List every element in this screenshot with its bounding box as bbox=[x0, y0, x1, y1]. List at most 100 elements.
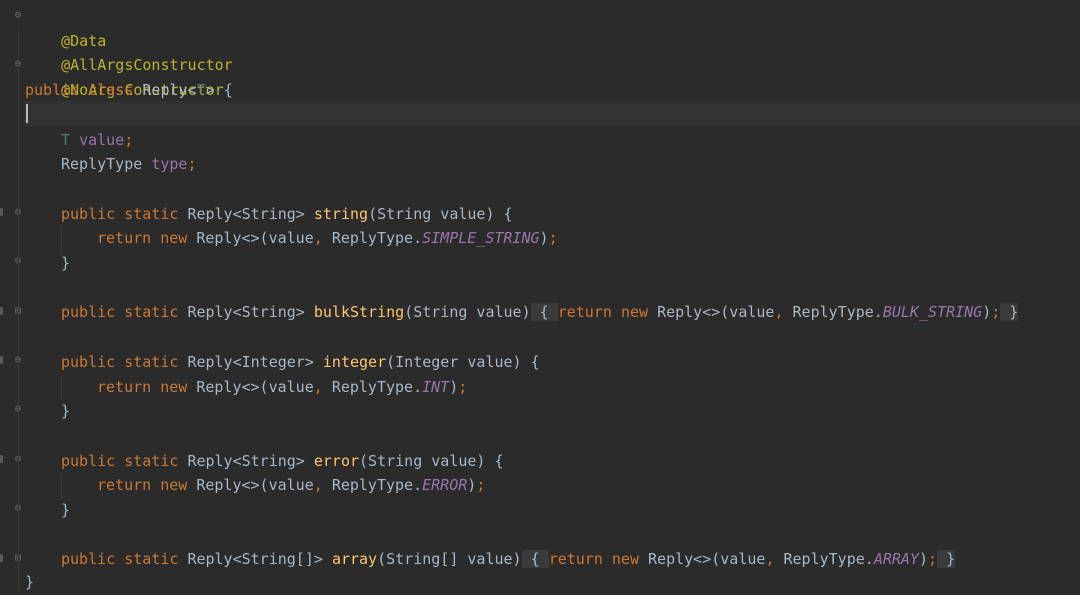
code-line[interactable]: } bbox=[61, 498, 70, 523]
method-signature[interactable]: public static Reply<String> string(Strin… bbox=[61, 202, 513, 227]
semicolon: ; bbox=[124, 130, 134, 149]
keyword: static bbox=[124, 550, 179, 569]
constructor-call: Reply<>(value bbox=[648, 550, 766, 569]
enum-constant: BULK_STRING bbox=[882, 303, 983, 322]
enum-type: ReplyType. bbox=[331, 229, 423, 248]
code-line[interactable]: return new Reply<>(value, ReplyType.ERRO… bbox=[97, 473, 485, 498]
gutter-marker bbox=[0, 455, 3, 463]
return-type: Reply<Integer> bbox=[187, 352, 314, 371]
constructor-call: Reply<>(value bbox=[196, 476, 314, 495]
params: (String value) bbox=[359, 451, 486, 470]
return-type: Reply<String> bbox=[187, 451, 305, 470]
code-line[interactable]: return new Reply<>(value, ReplyType.INT)… bbox=[97, 375, 467, 400]
code-line[interactable]: @Data bbox=[25, 4, 106, 50]
keyword: static bbox=[124, 303, 179, 322]
method-name: bulkString bbox=[313, 303, 405, 322]
class-name: Reply bbox=[142, 81, 188, 100]
return-type: Reply<String> bbox=[187, 303, 305, 322]
field-name: type bbox=[151, 155, 188, 174]
code-line[interactable]: @NoArgsConstructor bbox=[25, 53, 224, 99]
constructor-call: Reply<>(value bbox=[196, 377, 314, 396]
brace: { bbox=[530, 352, 540, 371]
brace: { bbox=[494, 451, 504, 470]
keyword: public bbox=[61, 204, 116, 223]
keyword: return bbox=[97, 229, 152, 248]
method-name: array bbox=[331, 550, 378, 569]
brace: { bbox=[503, 204, 513, 223]
enum-constant: INT bbox=[422, 377, 450, 396]
constructor-call: Reply<>(value bbox=[196, 229, 314, 248]
keyword: new bbox=[620, 303, 649, 322]
indent-guide bbox=[61, 475, 62, 499]
return-type: Reply<String[]> bbox=[187, 550, 323, 569]
code-line[interactable]: T value; bbox=[61, 128, 133, 153]
gutter-marker bbox=[0, 307, 3, 315]
type-parameter: T bbox=[196, 81, 206, 100]
enum-constant: SIMPLE_STRING bbox=[422, 229, 540, 248]
fold-guide bbox=[18, 30, 19, 590]
enum-type: ReplyType. bbox=[792, 303, 883, 322]
keyword: static bbox=[124, 352, 179, 371]
method-name: error bbox=[313, 451, 360, 470]
code-line[interactable]: ReplyType type; bbox=[61, 152, 196, 177]
keyword: new bbox=[160, 377, 188, 396]
code-editor[interactable]: ⊖ ⊖ ⊖ ⊖ ⊞ ⊖ ⊖ ⊖ ⊖ ⊞ @Data @AllArgsConstr… bbox=[0, 0, 1080, 595]
editor-gutter: ⊖ ⊖ ⊖ ⊖ ⊞ ⊖ ⊖ ⊖ ⊖ ⊞ bbox=[0, 0, 24, 595]
params: (Integer value) bbox=[386, 352, 522, 371]
angle-close: > bbox=[205, 81, 215, 100]
type-parameter: T bbox=[61, 130, 71, 149]
keyword: return bbox=[97, 377, 152, 396]
brace: } bbox=[946, 550, 956, 569]
method-signature[interactable]: public static Reply<String> bulkString(S… bbox=[61, 300, 1019, 325]
method-name: string bbox=[313, 204, 369, 223]
brace: } bbox=[61, 501, 71, 519]
fold-open-icon[interactable]: ⊖ bbox=[13, 9, 23, 21]
keyword: static bbox=[124, 204, 179, 223]
brace: } bbox=[25, 573, 35, 591]
params: (String value) bbox=[368, 204, 495, 223]
brace: } bbox=[1009, 303, 1019, 322]
indent-guide bbox=[61, 376, 62, 400]
comma: , bbox=[765, 550, 775, 569]
constructor-call: Reply<>(value bbox=[657, 303, 775, 322]
brace: { bbox=[223, 81, 233, 100]
brace: { bbox=[539, 303, 549, 322]
method-signature[interactable]: public static Reply<String[]> array(Stri… bbox=[61, 547, 956, 572]
gutter-marker bbox=[0, 356, 3, 364]
keyword: static bbox=[124, 451, 179, 470]
method-signature[interactable]: public static Reply<Integer> integer(Int… bbox=[61, 350, 540, 375]
enum-type: ReplyType. bbox=[331, 377, 423, 396]
enum-constant: ERROR bbox=[422, 476, 468, 495]
comma: , bbox=[774, 303, 784, 322]
semicolon: ; bbox=[187, 155, 197, 174]
comma: , bbox=[313, 476, 323, 495]
keyword: new bbox=[160, 476, 188, 495]
keyword: return bbox=[557, 303, 612, 322]
return-type: Reply<String> bbox=[187, 204, 305, 223]
keyword: public bbox=[61, 303, 116, 322]
gutter-marker bbox=[0, 554, 3, 562]
keyword: return bbox=[97, 476, 152, 495]
text-caret bbox=[26, 104, 28, 123]
keyword: class bbox=[88, 81, 134, 100]
code-line[interactable]: public class Reply<T> { bbox=[25, 78, 233, 103]
code-line[interactable]: return new Reply<>(value, ReplyType.SIMP… bbox=[97, 226, 558, 251]
enum-type: ReplyType. bbox=[783, 550, 874, 569]
brace: { bbox=[530, 550, 540, 569]
type-name: ReplyType bbox=[61, 155, 143, 174]
brace: } bbox=[61, 254, 71, 272]
gutter-marker bbox=[0, 208, 3, 216]
field-name: value bbox=[79, 130, 125, 149]
enum-type: ReplyType. bbox=[331, 476, 423, 495]
comma: , bbox=[313, 229, 323, 248]
method-signature[interactable]: public static Reply<String> error(String… bbox=[61, 449, 504, 474]
current-line-highlight bbox=[0, 101, 1080, 126]
keyword: public bbox=[25, 81, 80, 100]
code-line[interactable]: } bbox=[61, 399, 70, 424]
keyword: return bbox=[548, 550, 603, 569]
code-line[interactable]: @AllArgsConstructor bbox=[25, 29, 233, 74]
code-line[interactable]: } bbox=[61, 251, 70, 276]
method-name: integer bbox=[322, 352, 387, 371]
brace: } bbox=[61, 402, 71, 421]
code-line[interactable]: } bbox=[25, 570, 34, 595]
